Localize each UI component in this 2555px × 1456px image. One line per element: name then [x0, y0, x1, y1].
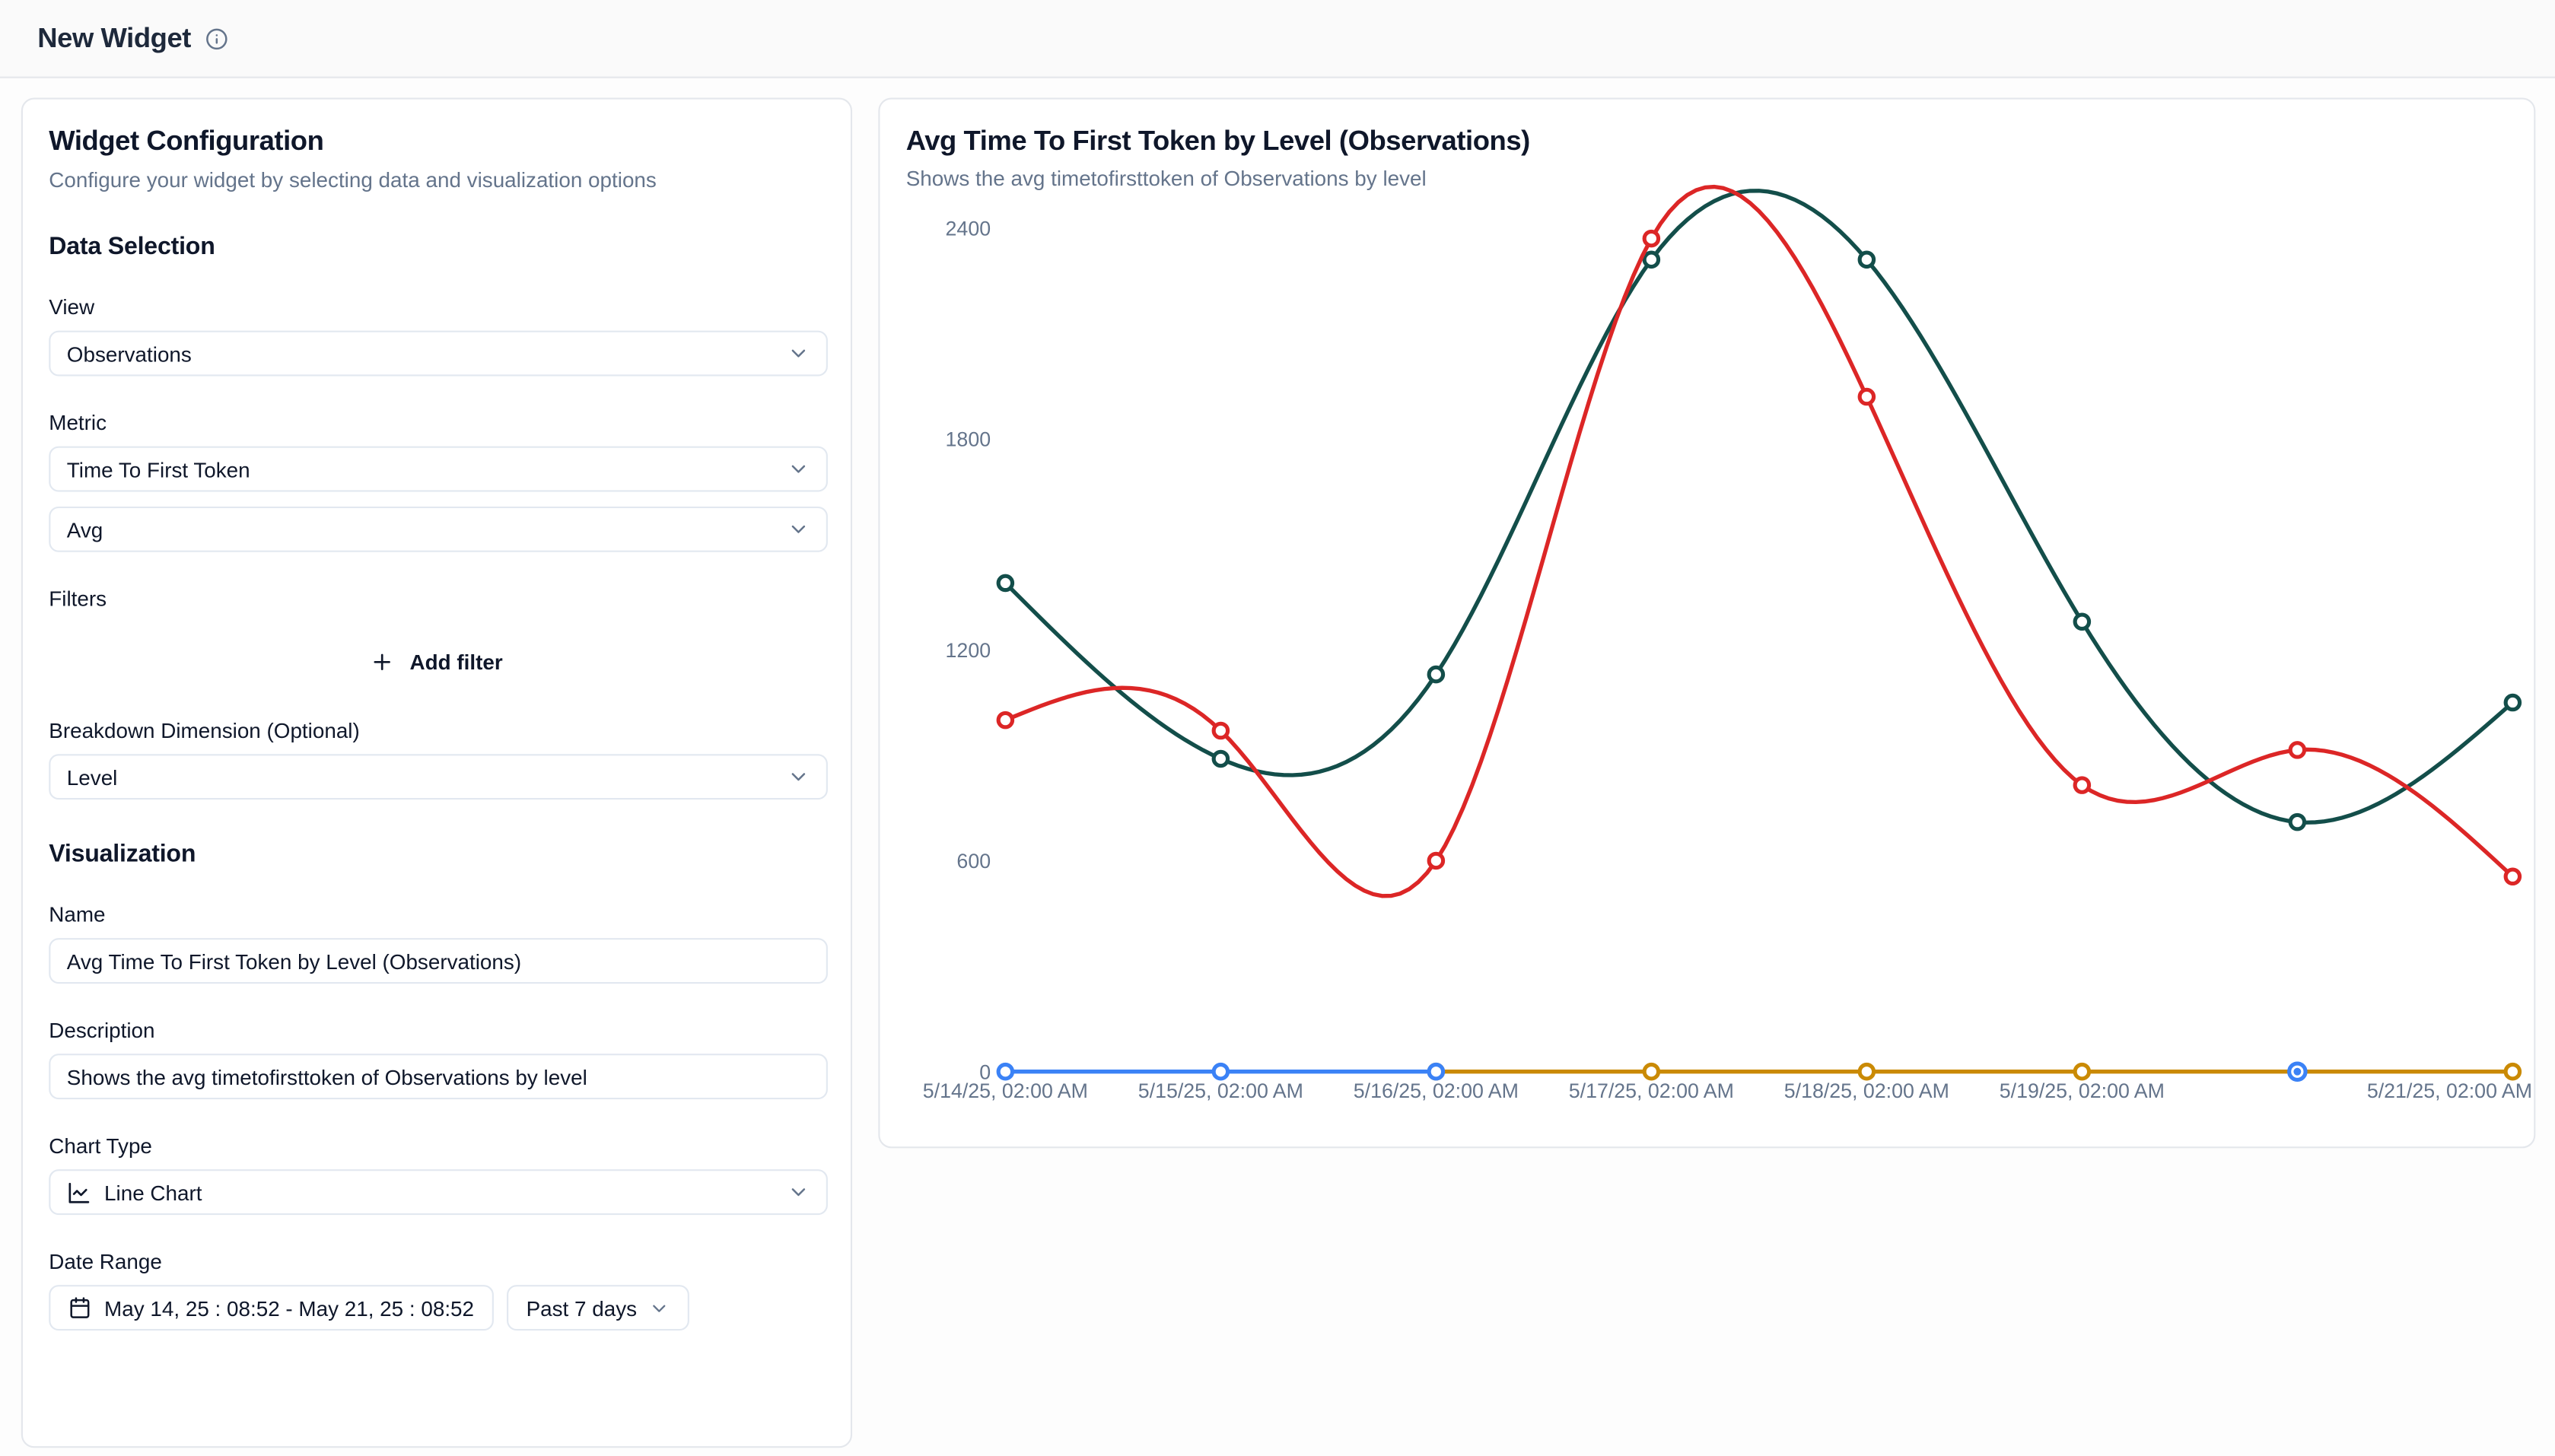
data-point-series-red [2506, 869, 2519, 883]
data-point-series-orange [1644, 1065, 1658, 1079]
calendar-icon [68, 1296, 91, 1319]
date-preset-value: Past 7 days [527, 1295, 637, 1320]
data-point-series-teal [1214, 752, 1227, 765]
description-input-wrap [49, 1054, 828, 1099]
chevron-down-icon [787, 458, 810, 481]
data-point-series-blue [1429, 1065, 1443, 1079]
data-point-series-orange [2506, 1065, 2519, 1079]
x-axis-tick-label: 5/14/25, 02:00 AM [923, 1079, 1088, 1102]
x-axis-tick-label: 5/18/25, 02:00 AM [1784, 1079, 1949, 1102]
y-axis-tick-label: 1800 [946, 428, 991, 451]
date-range-value: May 14, 25 : 08:52 - May 21, 25 : 08:52 [104, 1295, 474, 1320]
data-point-series-red [1429, 854, 1443, 867]
data-point-series-blue [2293, 1068, 2301, 1076]
chart-type-select-value: Line Chart [104, 1180, 202, 1204]
aggregation-select[interactable]: Avg [49, 507, 828, 552]
view-select[interactable]: Observations [49, 331, 828, 377]
chart-type-label: Chart Type [49, 1133, 824, 1158]
metric-label: Metric [49, 411, 824, 435]
data-point-series-teal [1644, 253, 1658, 266]
plus-icon [371, 650, 395, 674]
data-point-series-blue [1214, 1065, 1227, 1079]
chevron-down-icon [648, 1297, 670, 1318]
y-axis-tick-label: 600 [956, 850, 991, 873]
chart-type-select[interactable]: Line Chart [49, 1169, 828, 1215]
name-label: Name [49, 902, 824, 927]
data-point-series-teal [998, 576, 1012, 590]
visualization-heading: Visualization [49, 841, 824, 868]
name-input[interactable] [67, 949, 810, 973]
info-icon[interactable] [205, 27, 228, 49]
data-point-series-red [1644, 231, 1658, 245]
line-chart-icon [67, 1180, 91, 1204]
page: New Widget Widget Configuration Configur… [0, 0, 2555, 1456]
filters-label: Filters [49, 587, 824, 611]
breakdown-select[interactable]: Level [49, 754, 828, 800]
add-filter-button[interactable]: Add filter [355, 640, 519, 684]
breakdown-select-value: Level [67, 765, 118, 789]
date-preset-button[interactable]: Past 7 days [507, 1285, 689, 1330]
line-series-teal [1005, 191, 2512, 822]
data-point-series-blue [998, 1065, 1012, 1079]
description-input[interactable] [67, 1064, 810, 1089]
config-title: Widget Configuration [49, 126, 824, 158]
x-axis-tick-label: 5/17/25, 02:00 AM [1569, 1079, 1734, 1102]
page-header: New Widget [0, 0, 2555, 78]
x-axis-tick-label: 5/19/25, 02:00 AM [2000, 1079, 2165, 1102]
x-axis-tick-label: 5/21/25, 02:00 AM [2367, 1079, 2532, 1102]
data-point-series-teal [2075, 615, 2089, 628]
x-axis-tick-label: 5/15/25, 02:00 AM [1138, 1079, 1303, 1102]
y-axis-tick-label: 1200 [946, 639, 991, 662]
data-point-series-orange [1860, 1065, 1873, 1079]
line-chart-plot: 06001200180024005/14/25, 02:00 AM5/15/25… [880, 100, 2537, 1150]
aggregation-select-value: Avg [67, 517, 103, 542]
y-axis-tick-label: 2400 [946, 217, 991, 240]
data-point-series-teal [2290, 815, 2304, 828]
widget-configuration-panel: Widget Configuration Configure your widg… [21, 97, 852, 1448]
chart-panel: Avg Time To First Token by Level (Observ… [878, 97, 2535, 1148]
data-point-series-red [1214, 723, 1227, 737]
data-point-series-red [2290, 743, 2304, 757]
data-point-series-red [2075, 778, 2089, 792]
name-input-wrap [49, 938, 828, 984]
chevron-down-icon [787, 765, 810, 788]
chevron-down-icon [787, 342, 810, 365]
data-selection-heading: Data Selection [49, 233, 824, 260]
chevron-down-icon [787, 1181, 810, 1203]
date-range-label: Date Range [49, 1249, 824, 1273]
x-axis-tick-label: 5/16/25, 02:00 AM [1354, 1079, 1519, 1102]
breakdown-label: Breakdown Dimension (Optional) [49, 718, 824, 742]
config-subtitle: Configure your widget by selecting data … [49, 168, 824, 192]
data-point-series-orange [2075, 1065, 2089, 1079]
date-range-button[interactable]: May 14, 25 : 08:52 - May 21, 25 : 08:52 [49, 1285, 493, 1330]
add-filter-label: Add filter [410, 650, 503, 674]
metric-select-value: Time To First Token [67, 457, 250, 482]
page-title: New Widget [37, 22, 191, 55]
data-point-series-teal [2506, 695, 2519, 709]
view-select-value: Observations [67, 342, 192, 366]
data-point-series-red [998, 713, 1012, 726]
data-point-series-teal [1860, 253, 1873, 266]
line-series-red [1005, 187, 2512, 896]
data-point-series-teal [1429, 667, 1443, 681]
data-point-series-red [1860, 389, 1873, 403]
view-label: View [49, 295, 824, 319]
chevron-down-icon [787, 518, 810, 541]
metric-select[interactable]: Time To First Token [49, 447, 828, 492]
description-label: Description [49, 1018, 824, 1042]
